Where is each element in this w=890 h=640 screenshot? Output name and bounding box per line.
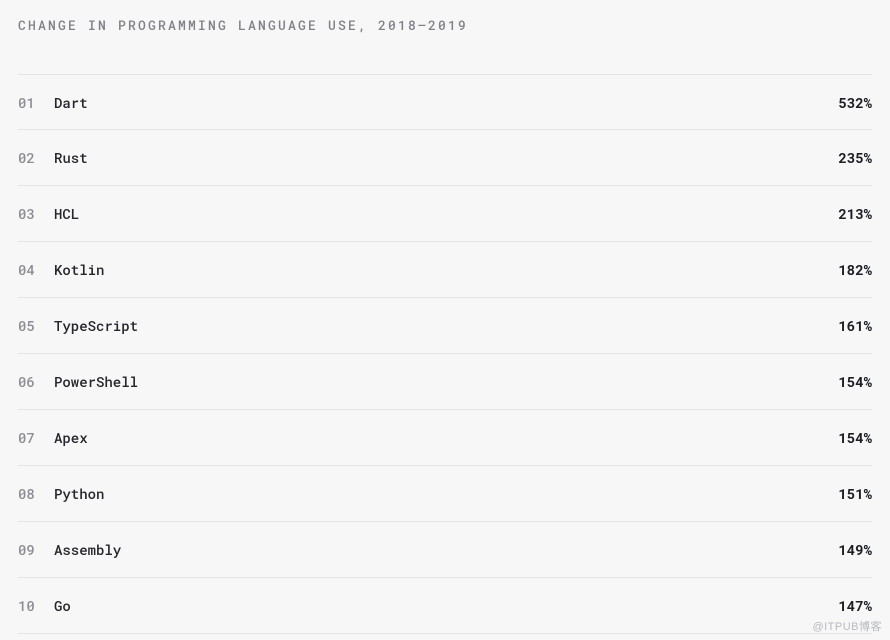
list-item-left: 03 HCL [18,204,79,223]
language-name: HCL [54,204,79,223]
change-value: 161% [838,316,872,335]
language-name: TypeScript [54,316,138,335]
list-item: 10 Go 147% [18,578,872,634]
language-name: Dart [54,93,88,112]
list-item: 05 TypeScript 161% [18,298,872,354]
chart-title: CHANGE IN PROGRAMMING LANGUAGE USE, 2018… [18,16,872,34]
list-item-left: 04 Kotlin [18,260,104,279]
change-value: 149% [838,540,872,559]
language-name: Python [54,484,104,503]
rank-number: 06 [18,372,40,391]
change-value: 182% [838,260,872,279]
list-item: 02 Rust 235% [18,130,872,186]
change-value: 532% [838,93,872,112]
rank-number: 03 [18,204,40,223]
list-item-left: 02 Rust [18,148,88,167]
ranking-list: 01 Dart 532% 02 Rust 235% 03 HCL 213% 04 Kotlin 182… [18,74,872,634]
list-item: 09 Assembly 149% [18,522,872,578]
language-name: Assembly [54,540,121,559]
change-value: 151% [838,484,872,503]
watermark: @ITPUB博客 [812,618,882,634]
list-item-left: 10 Go [18,596,71,615]
rank-number: 10 [18,596,40,615]
list-item-left: 09 Assembly [18,540,121,559]
list-item-left: 05 TypeScript [18,316,138,335]
rank-number: 01 [18,93,40,112]
rank-number: 02 [18,148,40,167]
list-item: 01 Dart 532% [18,74,872,130]
change-value: 154% [838,372,872,391]
rank-number: 04 [18,260,40,279]
language-name: Rust [54,148,88,167]
list-item-left: 07 Apex [18,428,88,447]
rank-number: 05 [18,316,40,335]
list-item-left: 08 Python [18,484,104,503]
list-item-left: 06 PowerShell [18,372,138,391]
list-item-left: 01 Dart [18,93,88,112]
language-name: Apex [54,428,88,447]
change-value: 147% [838,596,872,615]
rank-number: 07 [18,428,40,447]
list-item: 06 PowerShell 154% [18,354,872,410]
list-item: 04 Kotlin 182% [18,242,872,298]
list-item: 07 Apex 154% [18,410,872,466]
rank-number: 09 [18,540,40,559]
change-value: 235% [838,148,872,167]
rank-number: 08 [18,484,40,503]
change-value: 154% [838,428,872,447]
language-name: Kotlin [54,260,104,279]
change-value: 213% [838,204,872,223]
language-name: Go [54,596,71,615]
list-item: 03 HCL 213% [18,186,872,242]
chart-container: CHANGE IN PROGRAMMING LANGUAGE USE, 2018… [0,0,890,634]
language-name: PowerShell [54,372,138,391]
list-item: 08 Python 151% [18,466,872,522]
